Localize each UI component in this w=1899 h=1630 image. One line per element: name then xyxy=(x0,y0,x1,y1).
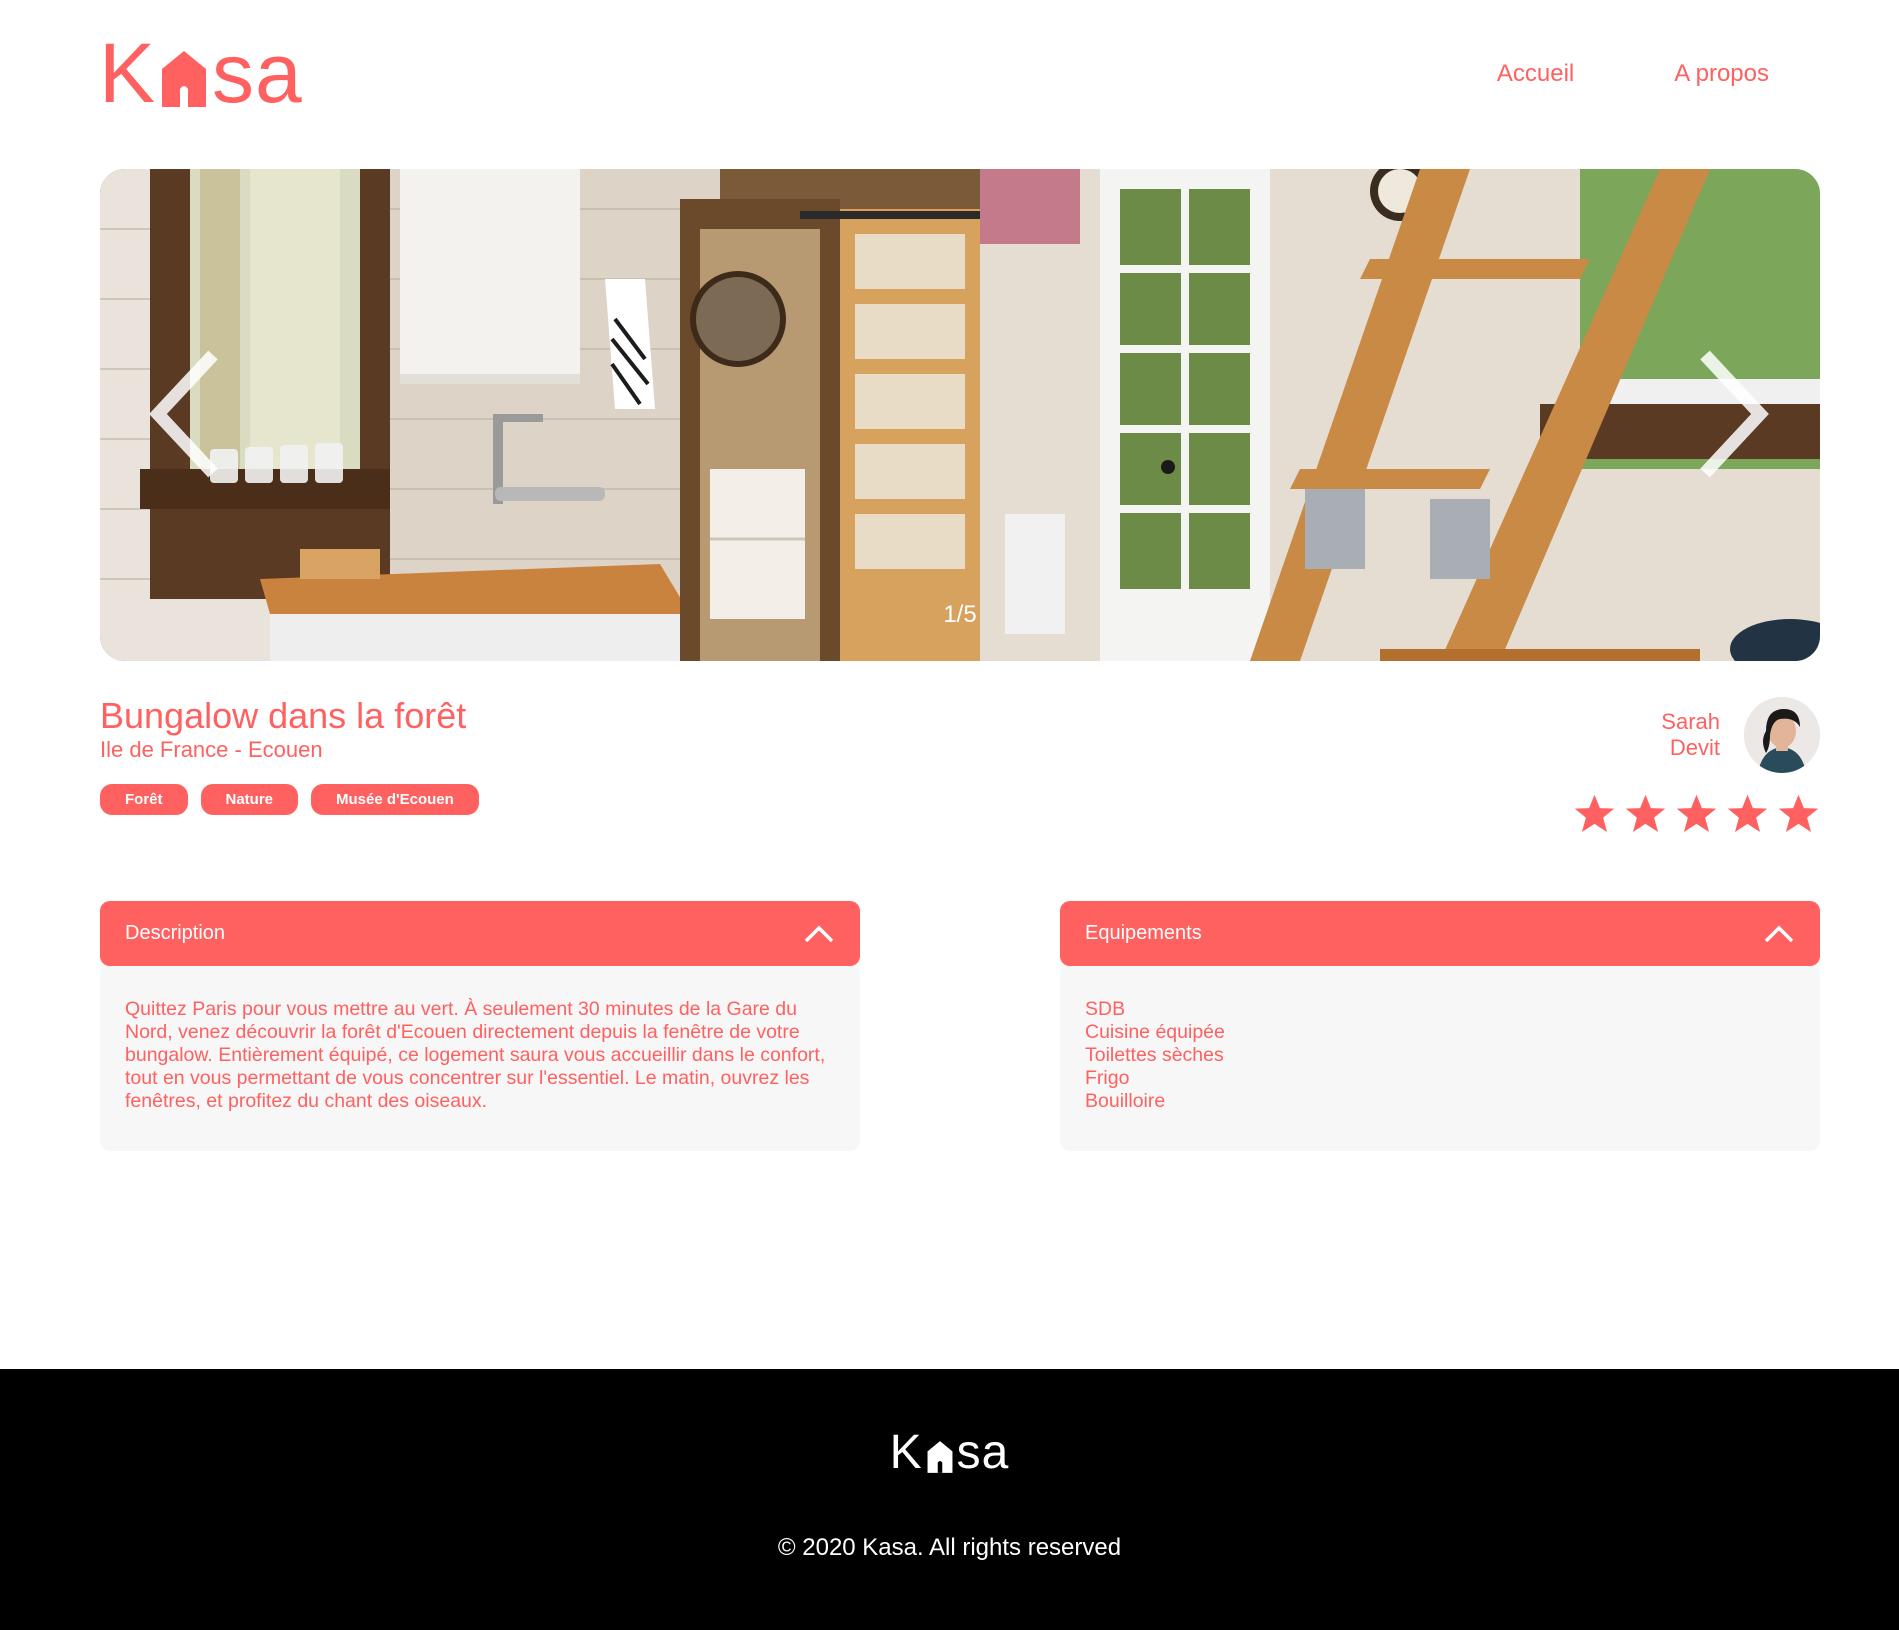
logo-text-end: sa xyxy=(212,26,303,120)
listing-title: Bungalow dans la forêt xyxy=(100,695,467,736)
tag: Musée d'Ecouen xyxy=(311,784,479,815)
list-item: Frigo xyxy=(1085,1067,1130,1089)
nav-link-accueil[interactable]: Accueil xyxy=(1497,60,1574,88)
chevron-up-icon[interactable] xyxy=(803,924,835,944)
header: K sa Accueil A propos xyxy=(0,0,1899,160)
star-icon xyxy=(1676,794,1717,832)
star-icon xyxy=(1574,794,1615,832)
previous-arrow-icon[interactable] xyxy=(148,349,228,479)
listing-location: Ile de France - Ecouen xyxy=(100,737,323,762)
host-last-name: Devit xyxy=(1669,735,1720,760)
star-icon xyxy=(1625,794,1666,832)
tag: Nature xyxy=(200,784,299,815)
copyright-text: © 2020 Kasa. All rights reserved xyxy=(777,1534,1122,1561)
main-nav: Accueil A propos xyxy=(1497,60,1769,88)
tag-list: Forêt Nature Musée d'Ecouen xyxy=(100,784,479,815)
list-item: Cuisine équipée xyxy=(1085,1021,1225,1043)
host-info: Sarah Devit xyxy=(1661,697,1820,773)
equipment-list: SDB Cuisine équipée Toilettes sèches Fri… xyxy=(1085,998,1795,1113)
house-icon xyxy=(162,51,207,107)
equipments-toggle[interactable]: Equipements xyxy=(1060,901,1820,966)
tag: Forêt xyxy=(100,784,188,815)
kasa-logo[interactable]: K sa xyxy=(99,31,303,115)
footer-logo: K sa xyxy=(0,1429,1899,1477)
next-arrow-icon[interactable] xyxy=(1690,349,1770,479)
star-icon xyxy=(1778,794,1819,832)
footer: K sa © 2020 Kasa. All rights reserved xyxy=(0,1369,1899,1630)
host-first-name: Sarah xyxy=(1661,709,1720,734)
star-icon xyxy=(1727,794,1768,832)
equipments-content: SDB Cuisine équipée Toilettes sèches Fri… xyxy=(1060,956,1820,1151)
listing-photo xyxy=(100,169,1820,661)
rating-stars xyxy=(1573,792,1820,835)
list-item: SDB xyxy=(1085,998,1126,1020)
description-content: Quittez Paris pour vous mettre au vert. … xyxy=(100,956,860,1151)
slide-counter: 1/5 xyxy=(943,601,977,628)
footer-logo-text-start: K xyxy=(889,1426,923,1479)
host-avatar xyxy=(1744,697,1820,773)
page: K sa Accueil A propos 1/5 Bungalow dans … xyxy=(0,0,1899,1630)
house-icon xyxy=(927,1441,953,1473)
chevron-up-icon[interactable] xyxy=(1763,924,1795,944)
nav-link-a-propos[interactable]: A propos xyxy=(1674,60,1769,88)
list-item: Toilettes sèches xyxy=(1085,1044,1224,1066)
description-text: Quittez Paris pour vous mettre au vert. … xyxy=(125,998,826,1112)
description-collapse: Description Quittez Paris pour vous mett… xyxy=(100,901,860,1151)
photo-gallery: 1/5 xyxy=(100,169,1820,661)
equipments-collapse: Equipements SDB Cuisine équipée Toilette… xyxy=(1060,901,1820,1151)
equipments-title: Equipements xyxy=(1085,922,1202,944)
description-title: Description xyxy=(125,922,226,944)
description-toggle[interactable]: Description xyxy=(100,901,860,966)
footer-logo-text-end: sa xyxy=(956,1426,1010,1479)
host-name: Sarah Devit xyxy=(1661,709,1720,761)
list-item: Bouilloire xyxy=(1085,1090,1166,1112)
logo-text-start: K xyxy=(99,26,157,120)
